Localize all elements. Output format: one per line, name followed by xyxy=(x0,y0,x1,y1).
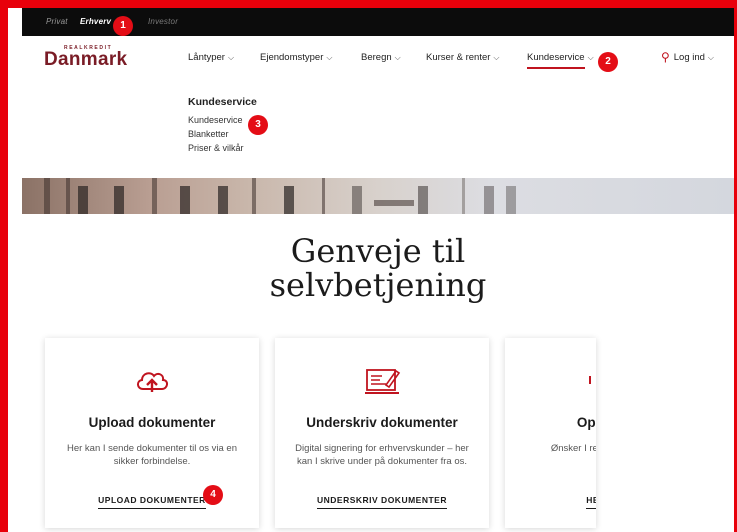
chevron-down-icon: ⌵ xyxy=(326,53,333,62)
segment-erhverv[interactable]: Erhverv xyxy=(80,17,111,26)
kundeservice-dropdown: Kundeservice Kundeservice Blanketter Pri… xyxy=(22,82,734,178)
cloud-upload-icon xyxy=(45,364,259,400)
highlight-frame-top xyxy=(0,0,737,8)
dropdown-title: Kundeservice xyxy=(188,96,257,108)
dropdown-link-priser-vilkaar[interactable]: Priser & vilkår xyxy=(188,143,244,153)
nav-item-label: Kundeservice xyxy=(527,52,585,69)
upload-documents-link[interactable]: UPLOAD DOKUMENTER xyxy=(45,495,259,509)
card-title: Upload dokumenter xyxy=(88,415,216,430)
segment-investor[interactable]: Investor xyxy=(148,17,178,26)
cancel-icon xyxy=(505,364,596,400)
hero-image xyxy=(22,178,734,214)
highlight-frame-left xyxy=(0,0,8,532)
dropdown-link-blanketter[interactable]: Blanketter xyxy=(188,129,229,139)
segment-privat[interactable]: Privat xyxy=(46,17,68,26)
document-sign-icon xyxy=(275,364,489,400)
card-action-label: UPLOAD DOKUMENTER xyxy=(98,495,206,509)
nav-item-label: Kurser & renter xyxy=(426,52,491,63)
nav-item-kurser-renter[interactable]: Kurser & renter ⌵ xyxy=(426,52,500,63)
card-description: Her kan I sende dokumenter til os via en… xyxy=(66,443,238,467)
card-title: Opsig xyxy=(576,415,596,430)
chevron-down-icon: ⌵ xyxy=(587,53,594,62)
step-badge-2: 2 xyxy=(598,52,618,72)
site-header: REALKREDIT Danmark Låntyper ⌵ Ejendomstyp… xyxy=(22,36,734,82)
card-action-label: UNDERSKRIV DOKUMENTER xyxy=(317,495,447,509)
nav-item-label: Låntyper xyxy=(188,52,225,63)
brand-logo-name: Danmark xyxy=(44,49,128,70)
chevron-down-icon: ⌵ xyxy=(707,53,714,62)
login-label: Log ind xyxy=(673,52,705,63)
chevron-down-icon: ⌵ xyxy=(394,53,401,62)
dropdown-link-kundeservice[interactable]: Kundeservice xyxy=(188,115,243,125)
page-headline: Genveje til selvbetjening xyxy=(22,234,734,302)
card-title: Underskriv dokumenter xyxy=(306,415,458,430)
nav-item-label: Ejendomstyper xyxy=(260,52,324,63)
headline-line-2: selvbetjening xyxy=(269,266,487,304)
step-badge-4: 4 xyxy=(203,485,223,505)
nav-item-label: Beregn xyxy=(361,52,392,63)
card-description: Digital signering for erhvervskunder – h… xyxy=(295,443,469,467)
nav-item-laantyper[interactable]: Låntyper ⌵ xyxy=(188,52,234,63)
headline-line-1: Genveje til xyxy=(290,232,466,270)
nav-item-ejendomstyper[interactable]: Ejendomstyper ⌵ xyxy=(260,52,332,63)
user-icon: ⚲ xyxy=(660,50,670,64)
login-button[interactable]: ⚲ Log ind ⌵ xyxy=(661,50,714,64)
cancel-link[interactable]: HEN xyxy=(505,495,596,509)
card-upload-documents[interactable]: Upload dokumenter Her kan I sende dokume… xyxy=(45,338,259,528)
card-action-label: HEN xyxy=(586,495,596,509)
chevron-down-icon: ⌵ xyxy=(493,53,500,62)
brand-logo[interactable]: REALKREDIT Danmark xyxy=(44,45,127,69)
step-badge-3: 3 xyxy=(248,115,268,135)
step-badge-1: 1 xyxy=(113,16,133,36)
chevron-down-icon: ⌵ xyxy=(227,53,235,62)
card-cancel[interactable]: Opsig Ønsker I realkreditlån HEN xyxy=(505,338,596,528)
card-sign-documents[interactable]: Underskriv dokumenter Digital signering … xyxy=(275,338,489,528)
nav-item-beregn[interactable]: Beregn ⌵ xyxy=(361,52,401,63)
sign-documents-link[interactable]: UNDERSKRIV DOKUMENTER xyxy=(275,495,489,509)
nav-item-kundeservice[interactable]: Kundeservice ⌵ xyxy=(527,52,594,69)
card-description: Ønsker I realkreditlån xyxy=(550,443,596,454)
